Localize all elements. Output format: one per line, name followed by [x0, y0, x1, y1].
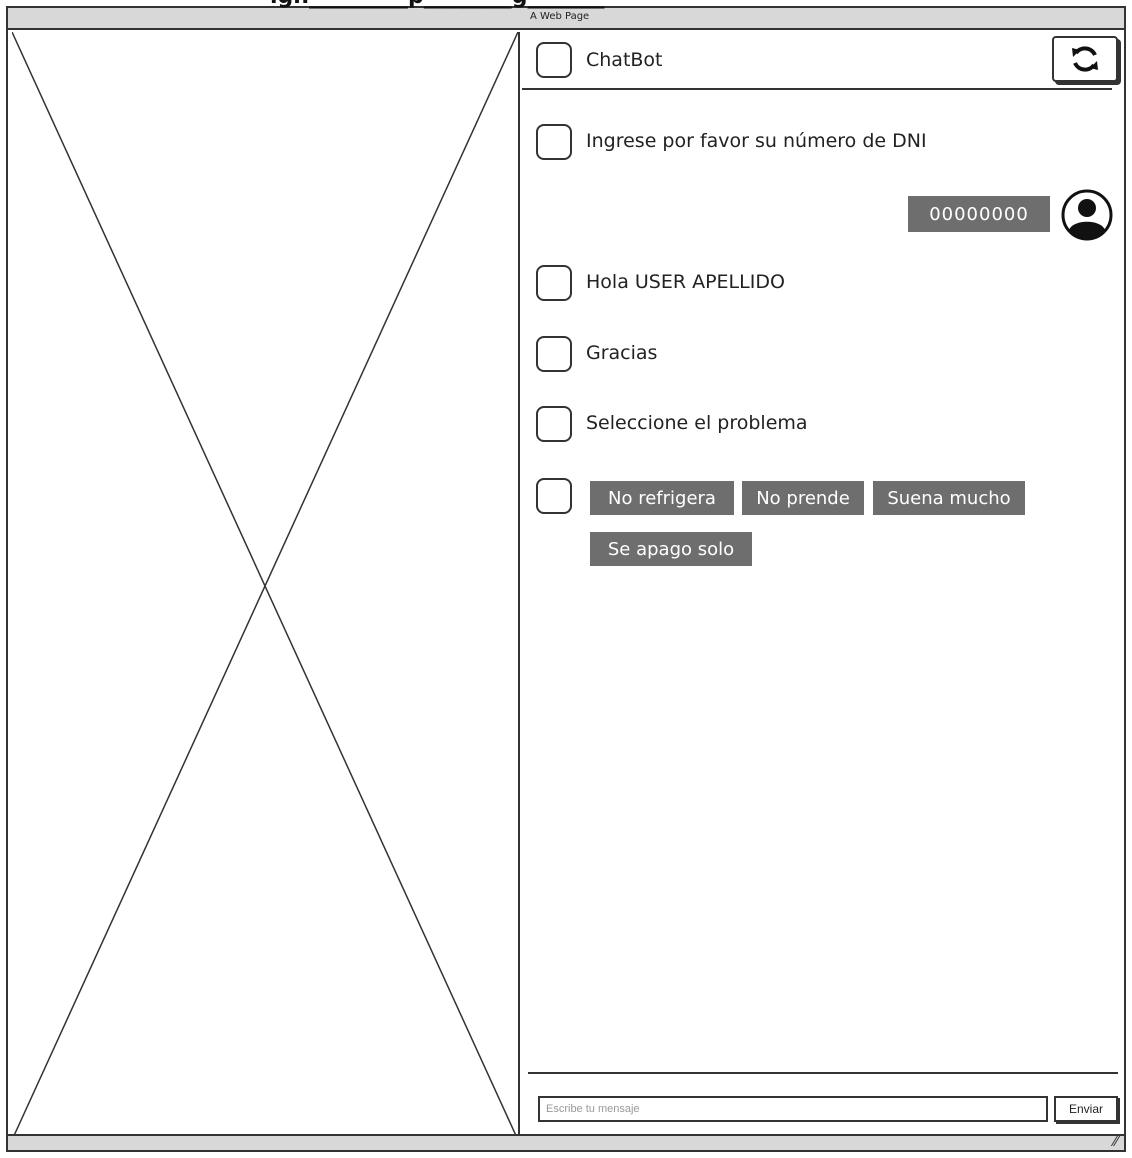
bot-avatar-icon — [536, 42, 572, 78]
refresh-icon — [1072, 46, 1098, 72]
page-heading: ign_________p________g_______ — [270, 0, 604, 9]
message-text: Gracias — [586, 342, 658, 364]
option-button[interactable]: Se apago solo — [590, 532, 752, 566]
window-titlebar: A Web Page — [8, 8, 1124, 30]
refresh-button[interactable] — [1052, 36, 1118, 82]
bot-avatar-icon — [536, 406, 572, 442]
chat-header: ChatBot — [522, 30, 1118, 90]
message-text: Hola USER APELLIDO — [586, 271, 785, 293]
bot-message: Ingrese por favor su número de DNI — [536, 124, 1096, 164]
browser-window: A Web Page ⁄⁄ — [6, 6, 1126, 1152]
window-title: A Web Page — [530, 11, 590, 22]
option-button[interactable]: Suena mucho — [873, 481, 1025, 515]
image-placeholder-x-icon — [12, 32, 518, 1140]
bot-avatar-icon — [536, 336, 572, 372]
bot-message: Gracias — [536, 336, 1096, 376]
bot-avatar-icon — [536, 124, 572, 160]
option-button[interactable]: No prende — [742, 481, 864, 515]
bot-message: Hola USER APELLIDO — [536, 265, 1096, 305]
chat-title: ChatBot — [586, 49, 663, 71]
option-button[interactable]: No refrigera — [590, 481, 734, 515]
composer-divider — [528, 1072, 1118, 1074]
user-message-bubble: 00000000 — [908, 196, 1050, 232]
window-statusbar: ⁄⁄ — [8, 1134, 1124, 1150]
bot-avatar-icon — [536, 265, 572, 301]
user-avatar-icon — [1060, 188, 1114, 242]
image-placeholder — [12, 32, 520, 1140]
bot-message: Seleccione el problema — [536, 406, 1096, 446]
message-text: Ingrese por favor su número de DNI — [586, 130, 927, 152]
send-button[interactable]: Enviar — [1054, 1096, 1118, 1122]
resize-grip-icon[interactable]: ⁄⁄ — [1113, 1134, 1118, 1150]
bot-avatar-icon — [536, 478, 572, 514]
message-text: Seleccione el problema — [586, 412, 808, 434]
message-input[interactable] — [538, 1096, 1048, 1122]
